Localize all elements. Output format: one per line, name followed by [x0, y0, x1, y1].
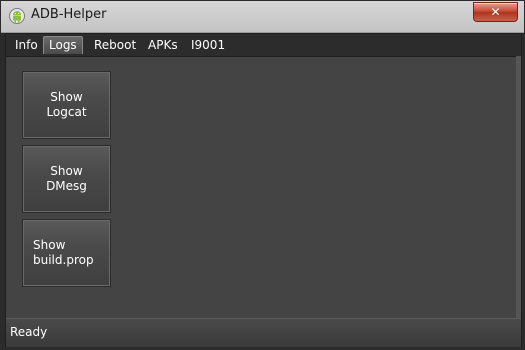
show-build-prop-button[interactable]: Show build.prop — [22, 219, 111, 287]
show-logcat-button[interactable]: Show Logcat — [22, 71, 111, 139]
tab-i9001[interactable]: I9001 — [186, 37, 230, 54]
client-area: Info Logs Reboot APKs I9001 Show Logcat … — [5, 33, 522, 347]
status-text: Ready — [10, 325, 48, 339]
show-build-prop-label: Show build.prop — [33, 238, 94, 267]
status-bar: Ready — [6, 318, 521, 347]
android-icon — [9, 7, 25, 25]
close-icon: ✕ — [490, 5, 501, 19]
tab-info[interactable]: Info — [10, 37, 43, 54]
tab-bar: Info Logs Reboot APKs I9001 — [6, 34, 521, 56]
show-dmesg-button[interactable]: Show DMesg — [22, 145, 111, 213]
tab-logs[interactable]: Logs — [43, 36, 83, 54]
tab-apks[interactable]: APKs — [143, 37, 183, 54]
logs-panel: Show Logcat Show DMesg Show build.prop — [6, 56, 516, 319]
show-dmesg-label: Show DMesg — [46, 164, 87, 193]
window-title: ADB-Helper — [31, 7, 107, 22]
tab-reboot[interactable]: Reboot — [89, 37, 141, 54]
app-window: ADB-Helper ✕ Info Logs Reboot APKs I9001… — [0, 0, 525, 350]
close-button[interactable]: ✕ — [473, 2, 518, 22]
scrollbar[interactable] — [516, 56, 521, 318]
title-bar[interactable]: ADB-Helper ✕ — [1, 1, 524, 33]
show-logcat-label: Show Logcat — [46, 90, 87, 119]
